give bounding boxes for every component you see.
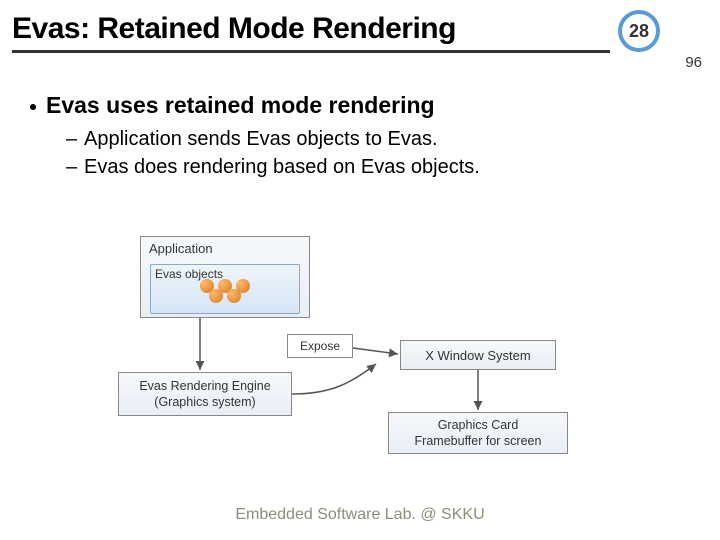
bullet-main-text: Evas uses retained mode rendering	[46, 92, 435, 119]
page-current: 28	[629, 21, 649, 42]
content-area: Evas uses retained mode rendering – Appl…	[30, 92, 690, 181]
bullet-dot-icon	[30, 104, 36, 110]
title-bar: Evas: Retained Mode Rendering	[12, 12, 610, 53]
bullet-level1: Evas uses retained mode rendering	[30, 92, 690, 119]
sub-bullet-item: – Evas does rendering based on Evas obje…	[66, 153, 690, 181]
page-total: 96	[685, 54, 702, 71]
sub-bullet-item: – Application sends Evas objects to Evas…	[66, 125, 690, 153]
footer-text: Embedded Software Lab. @ SKKU	[0, 506, 720, 524]
sub-bullet-list: – Application sends Evas objects to Evas…	[66, 125, 690, 181]
diagram-arrows	[0, 230, 720, 490]
arrow-engine-to-xwin	[292, 364, 376, 394]
page-number-badge: 28	[618, 10, 660, 52]
sub-bullet-text: Evas does rendering based on Evas object…	[84, 153, 480, 181]
dash-icon: –	[66, 153, 76, 181]
arrow-expose-to-xwin	[353, 348, 398, 354]
diagram: Application Evas objects Expose Evas Ren…	[0, 230, 720, 490]
dash-icon: –	[66, 125, 76, 153]
sub-bullet-text: Application sends Evas objects to Evas.	[84, 125, 438, 153]
slide: Evas: Retained Mode Rendering 28 96 Evas…	[0, 0, 720, 540]
slide-title: Evas: Retained Mode Rendering	[12, 12, 610, 46]
